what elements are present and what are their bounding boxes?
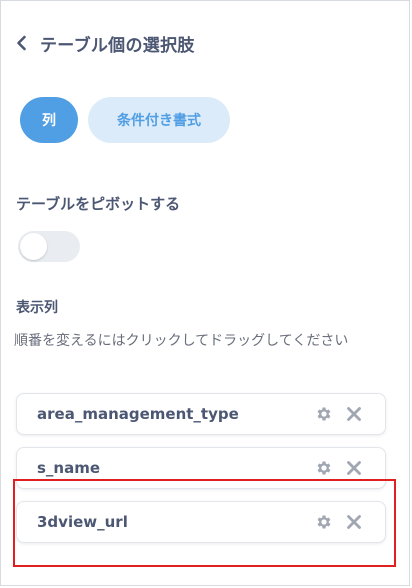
gear-icon[interactable] [315,459,333,477]
column-name: 3dview_url [37,513,128,531]
settings-tabs: 列 条件付き書式 [20,97,230,143]
tab-conditional-formatting[interactable]: 条件付き書式 [88,97,230,143]
close-icon[interactable] [345,405,363,423]
visible-columns-label: 表示列 [16,300,58,316]
close-icon[interactable] [345,513,363,531]
pivot-table-label: テーブルをピボットする [16,195,181,213]
column-item-3dview-url[interactable]: 3dview_url [16,501,386,543]
panel-header: テーブル個の選択肢 [12,30,195,56]
column-name: s_name [37,459,101,477]
reorder-hint: 順番を変えるにはクリックしてドラッグしてください [14,333,349,349]
tab-columns[interactable]: 列 [20,97,78,143]
gear-icon[interactable] [315,405,333,423]
column-item-area-management-type[interactable]: area_management_type [16,393,386,435]
column-name: area_management_type [37,405,239,423]
column-item-s-name[interactable]: s_name [16,447,386,489]
gear-icon[interactable] [315,513,333,531]
chevron-left-icon[interactable] [12,33,32,53]
toggle-knob [20,233,47,260]
pivot-table-toggle[interactable] [18,231,80,262]
sidebar-panel [0,0,410,586]
panel-title[interactable]: テーブル個の選択肢 [40,31,195,56]
close-icon[interactable] [345,459,363,477]
